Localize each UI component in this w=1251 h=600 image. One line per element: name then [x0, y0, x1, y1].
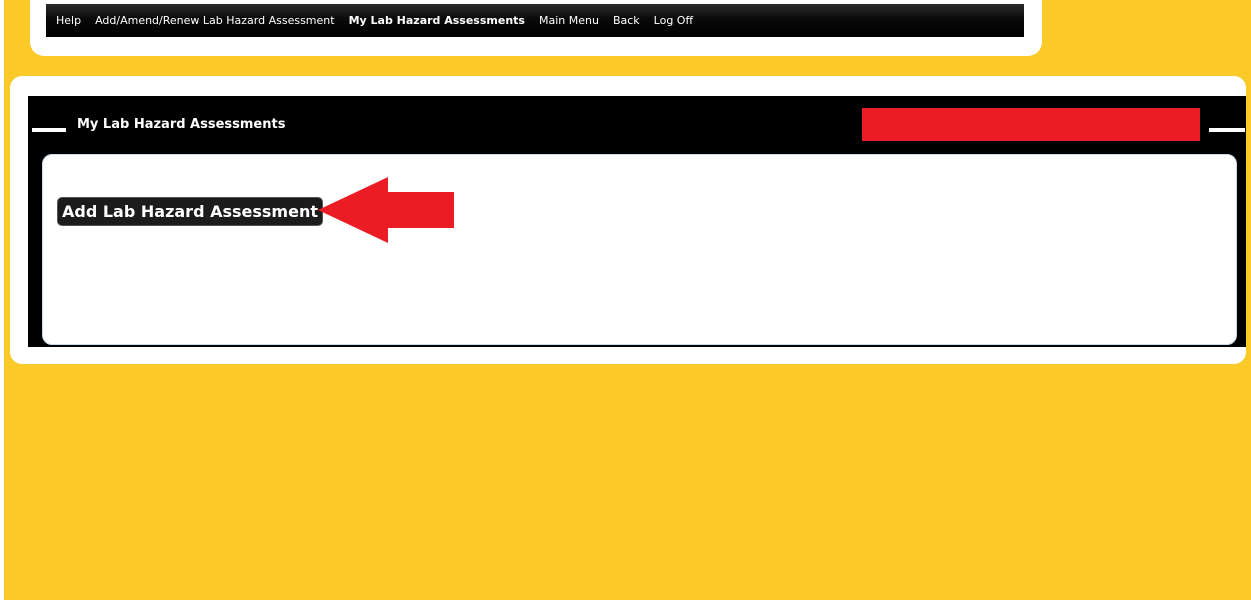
nav-item-log-off[interactable]: Log Off [654, 14, 693, 27]
nav-item-back[interactable]: Back [613, 14, 640, 27]
nav-item-my-lab-hazard-assessments[interactable]: My Lab Hazard Assessments [349, 14, 525, 27]
panel-title: My Lab Hazard Assessments [77, 117, 286, 132]
top-nav-bar: Help Add/Amend/Renew Lab Hazard Assessme… [46, 4, 1024, 37]
red-arrow-icon [318, 177, 454, 243]
panel-content [42, 154, 1237, 345]
redaction-box [862, 108, 1200, 141]
header-rule-left [32, 128, 66, 132]
nav-item-help[interactable]: Help [56, 14, 81, 27]
nav-item-add-amend-renew[interactable]: Add/Amend/Renew Lab Hazard Assessment [95, 14, 335, 27]
nav-item-main-menu[interactable]: Main Menu [539, 14, 599, 27]
add-lab-hazard-assessment-button[interactable]: Add Lab Hazard Assessment [57, 197, 323, 226]
header-rule-right [1209, 128, 1245, 132]
